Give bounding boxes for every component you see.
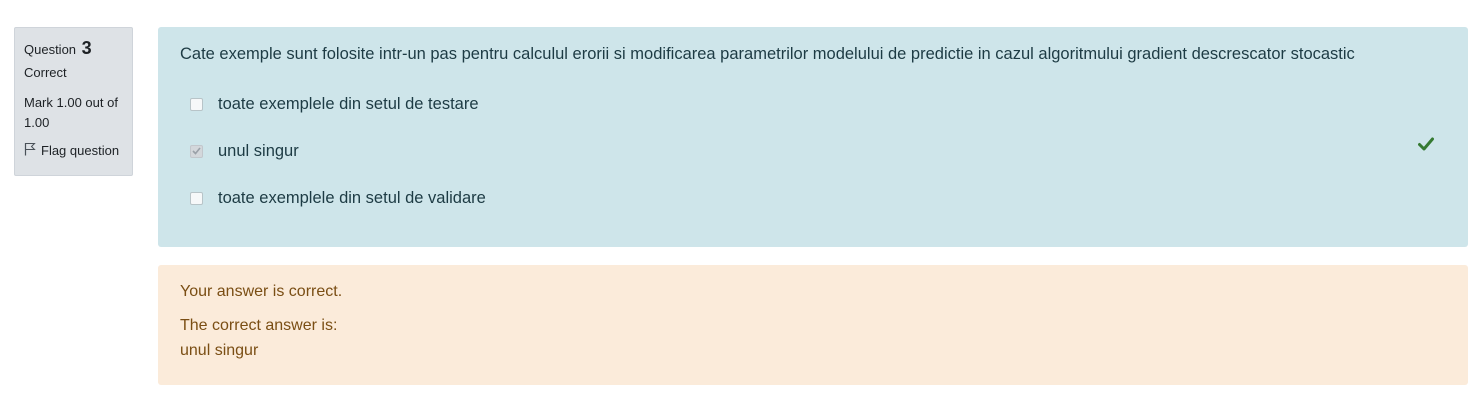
answer-option-label: toate exemplele din setul de validare <box>218 189 486 207</box>
question-state: Correct <box>24 65 67 80</box>
question-number: Question 3 <box>24 37 123 59</box>
feedback-panel: Your answer is correct. The correct answ… <box>158 265 1468 385</box>
right-answer-label: The correct answer is: <box>180 317 338 334</box>
answer-checkbox[interactable] <box>190 191 203 205</box>
question-label: Question <box>24 42 77 57</box>
checkbox-check-icon <box>192 147 201 155</box>
answer-checkbox-checked[interactable] <box>190 144 203 158</box>
question-info-panel: Question 3 Correct Mark 1.00 out of 1.00… <box>14 27 133 176</box>
right-answer-value: unul singur <box>180 342 259 359</box>
question-grade: Mark 1.00 out of 1.00 <box>24 95 118 130</box>
feedback-text: Your answer is correct. <box>180 283 343 300</box>
answer-option[interactable]: toate exemplele din setul de testare <box>190 93 479 115</box>
flag-icon <box>24 142 41 160</box>
answer-checkbox[interactable] <box>190 97 203 111</box>
answer-option[interactable]: toate exemplele din setul de validare <box>190 187 486 209</box>
flag-question-label: Flag question <box>41 143 120 158</box>
answer-option[interactable]: unul singur <box>190 140 299 162</box>
correct-checkmark-icon <box>1418 137 1434 156</box>
question-formulation: Cate exemple sunt folosite intr-un pas p… <box>158 27 1468 247</box>
flag-question-button[interactable]: Flag question <box>24 142 123 160</box>
question-text: Cate exemple sunt folosite intr-un pas p… <box>180 45 1355 63</box>
question-number-value: 3 <box>81 38 92 58</box>
answer-option-label: toate exemplele din setul de testare <box>218 95 479 113</box>
answer-option-label: unul singur <box>218 142 299 160</box>
